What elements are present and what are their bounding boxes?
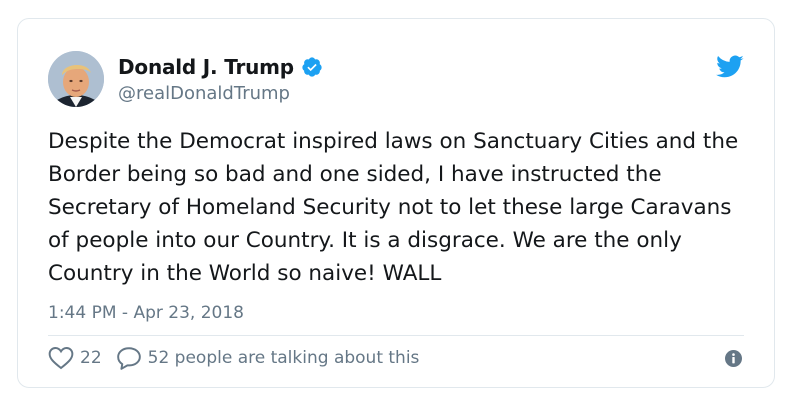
divider xyxy=(48,335,744,336)
tweet-timestamp[interactable]: 1:44 PM - Apr 23, 2018 xyxy=(48,303,244,323)
avatar[interactable] xyxy=(48,51,104,107)
author-handle[interactable]: @realDonaldTrump xyxy=(118,83,323,104)
verified-badge-icon xyxy=(301,56,323,78)
twitter-bird-icon[interactable] xyxy=(716,55,744,79)
heart-icon xyxy=(48,347,74,370)
like-count: 22 xyxy=(80,348,102,368)
speech-bubble-icon xyxy=(116,347,141,370)
tweet-author[interactable]: Donald J. Trump @realDonaldTrump xyxy=(118,53,323,104)
tweet-text: Despite the Democrat inspired laws on Sa… xyxy=(48,129,739,286)
avatar-image xyxy=(48,51,104,107)
author-display-name[interactable]: Donald J. Trump xyxy=(118,55,294,79)
tweet-actions: 22 52 people are talking about this xyxy=(48,343,433,373)
conversation-button[interactable]: 52 people are talking about this xyxy=(116,346,420,370)
like-button[interactable]: 22 xyxy=(48,346,102,370)
info-icon[interactable] xyxy=(725,350,742,367)
conversation-count: 52 people are talking about this xyxy=(147,348,420,368)
tweet-card[interactable]: Donald J. Trump @realDonaldTrump Despite… xyxy=(17,18,775,388)
